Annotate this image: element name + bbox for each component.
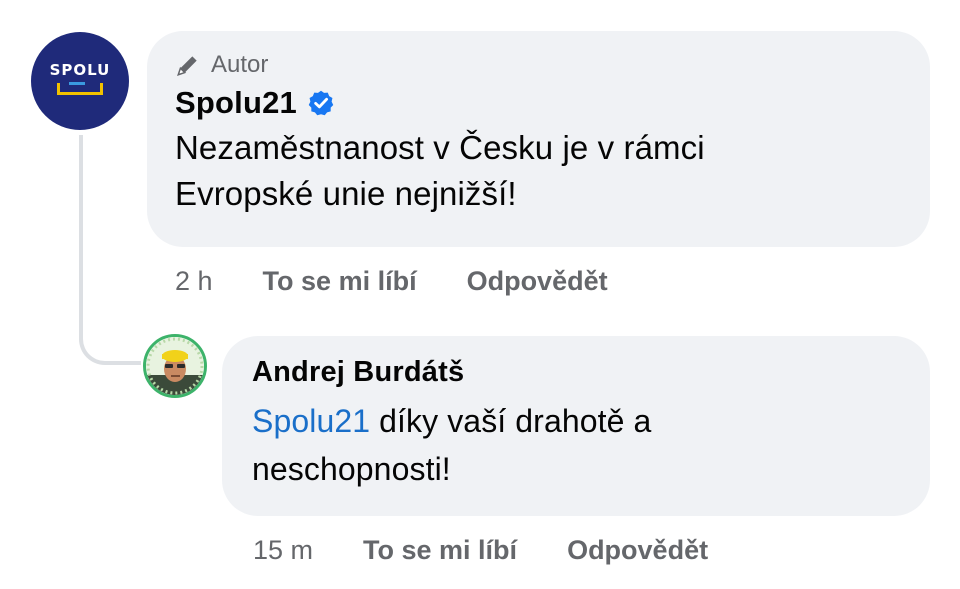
comment-text-line: Nezaměstnanost v Česku je v rámci — [175, 129, 705, 166]
comment-text-line: Evropské unie nejnižší! — [175, 175, 517, 212]
like-button[interactable]: To se mi líbí — [363, 535, 517, 566]
comment-text-line: Spolu21 díky vaší drahotě a — [252, 397, 930, 445]
reply-author-avatar[interactable] — [143, 334, 207, 398]
commenter-name[interactable]: Spolu21 — [175, 85, 297, 121]
avatar-logo-mark — [57, 82, 103, 95]
comment-actions: 15 m To se mi líbí Odpovědět — [253, 535, 758, 566]
comment-text-line: neschopnosti! — [252, 451, 451, 487]
mention-link[interactable]: Spolu21 — [252, 403, 370, 439]
author-badge-label: Autor — [211, 51, 269, 78]
comment-bubble: Autor Spolu21 Nezaměstnanost v Česku je … — [147, 31, 930, 247]
comment-text: Spolu21 díky vaší drahotě a neschopnosti… — [252, 397, 930, 493]
reply-button[interactable]: Odpovědět — [567, 535, 708, 566]
author-badge: Autor — [175, 49, 930, 81]
comment-actions: 2 h To se mi líbí Odpovědět — [175, 266, 658, 297]
reply-button[interactable]: Odpovědět — [467, 266, 608, 297]
comment-text: Nezaměstnanost v Česku je v rámci Evrops… — [175, 125, 930, 217]
avatar-logo-text: SPOLU — [49, 61, 111, 79]
comment-timestamp[interactable]: 2 h — [175, 266, 213, 297]
verified-badge-icon — [308, 90, 334, 116]
comment-text-fragment: díky vaší drahotě a — [370, 403, 652, 439]
like-button[interactable]: To se mi líbí — [263, 266, 417, 297]
comment-thread: SPOLU Autor Spolu21 Nezaměstnanost v Čes… — [0, 0, 960, 589]
pencil-icon — [177, 56, 197, 76]
spolu-page-avatar[interactable]: SPOLU — [31, 32, 129, 130]
comment-timestamp[interactable]: 15 m — [253, 535, 313, 566]
commenter-name[interactable]: Andrej Burdátš — [252, 356, 464, 389]
reply-bubble: Andrej Burdátš Spolu21 díky vaší drahotě… — [222, 336, 930, 516]
thread-connector-line — [79, 135, 141, 365]
avatar-photo — [146, 337, 204, 395]
